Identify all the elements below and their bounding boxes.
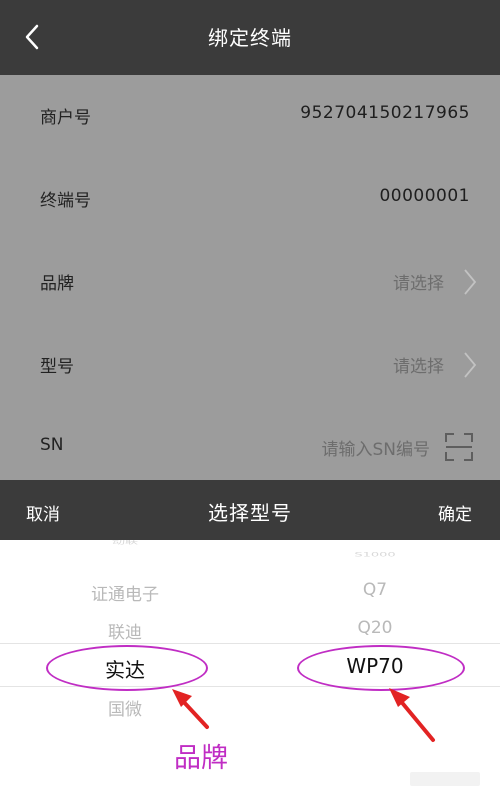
arrow-icon: [172, 689, 209, 729]
watermark: [410, 772, 480, 786]
annotation-arrows: [172, 688, 435, 742]
annotation-label: 品牌: [174, 743, 228, 774]
arrow-icon: [389, 688, 435, 742]
